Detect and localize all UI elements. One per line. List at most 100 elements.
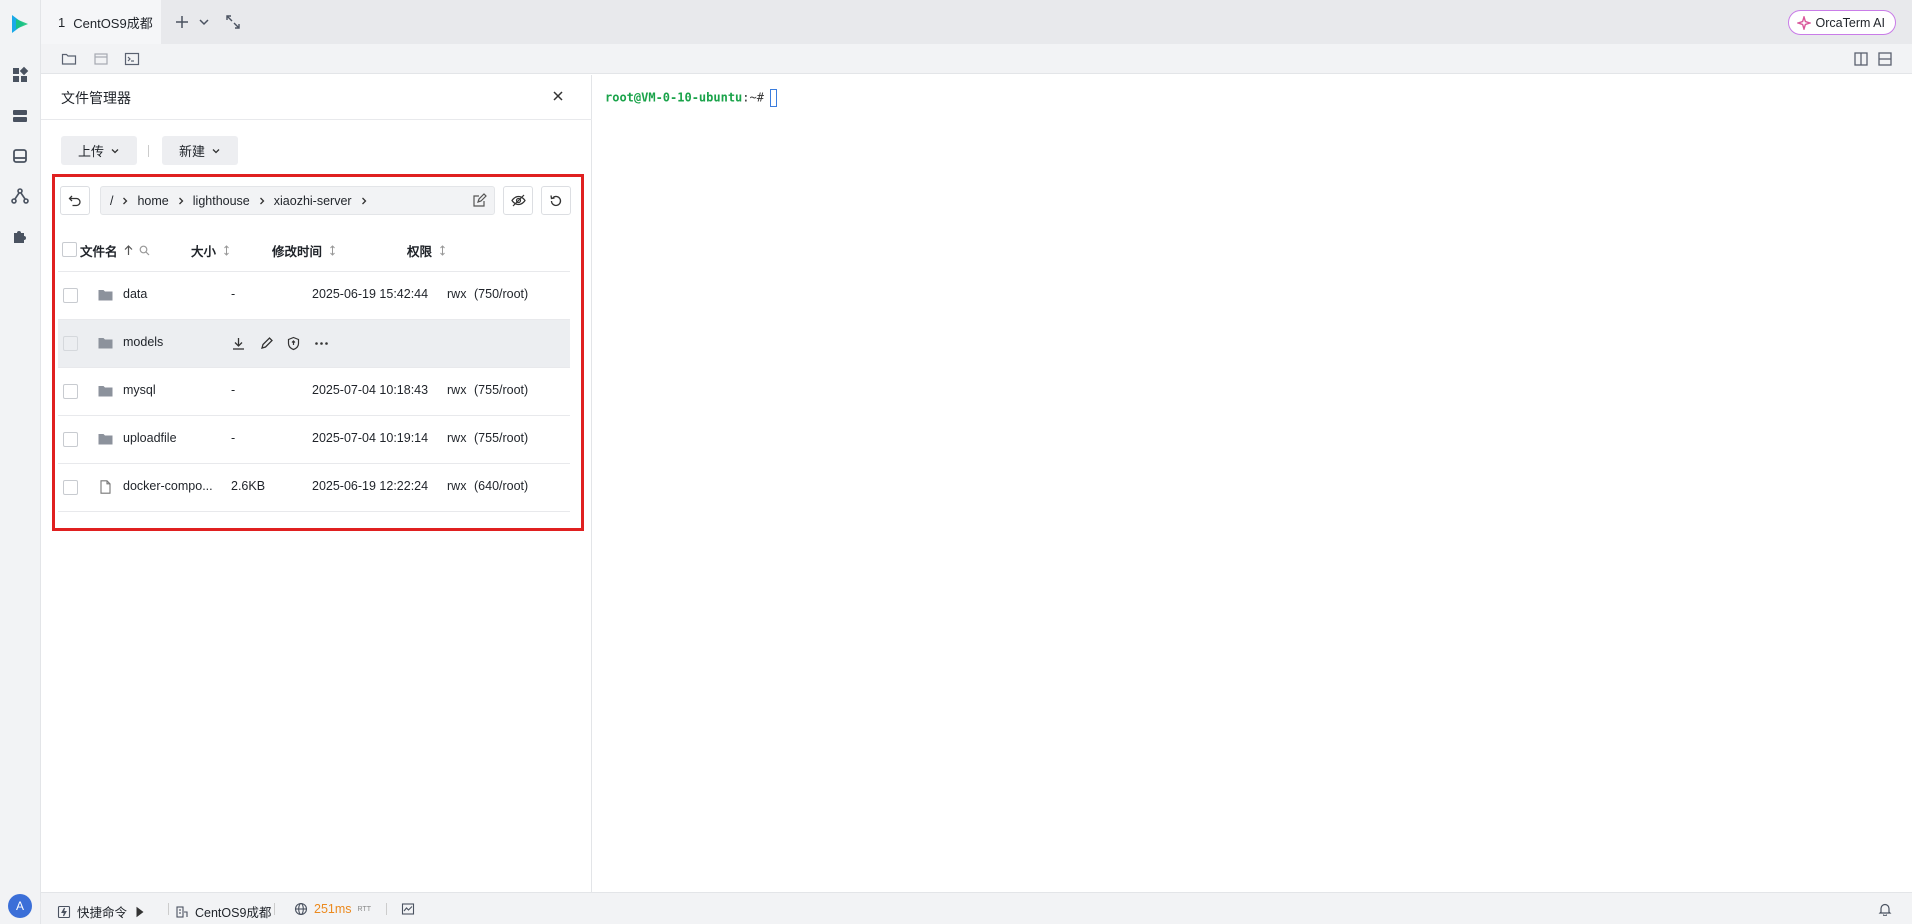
column-name[interactable]: 文件名	[80, 241, 150, 260]
arrow-up-icon	[124, 245, 132, 255]
folder-icon	[98, 434, 113, 445]
more-icon[interactable]	[314, 336, 329, 351]
file-owner: (755/root)	[474, 431, 529, 445]
column-modified-label: 修改时间	[272, 245, 323, 259]
file-name[interactable]: uploadfile	[123, 431, 177, 445]
divider	[168, 903, 169, 915]
split-horizontal-icon[interactable]	[1877, 51, 1893, 67]
back-button[interactable]	[60, 186, 90, 215]
monitor-button[interactable]	[401, 902, 415, 916]
terminal-prompt: root@VM-0-10-ubuntu:~#	[605, 89, 777, 107]
row-checkbox[interactable]	[63, 288, 78, 303]
quick-command-button[interactable]: 快捷命令	[57, 902, 147, 921]
split-vertical-icon[interactable]	[1853, 51, 1869, 67]
storage-icon[interactable]	[11, 147, 29, 165]
table-row[interactable]: docker-compo... 2.6KB 2025-06-19 12:22:2…	[58, 464, 570, 512]
panel-title: 文件管理器	[61, 90, 131, 106]
file-manager-panel: 文件管理器 上传 新建 / home lighthouse xiaozhi-se…	[41, 75, 592, 892]
folder-icon	[98, 386, 113, 397]
toolbar	[41, 44, 1912, 74]
add-tab-icon[interactable]	[174, 14, 190, 30]
plugin-icon[interactable]	[11, 226, 29, 244]
chevron-right-icon	[361, 197, 366, 204]
breadcrumb-xiaozhi-server[interactable]: xiaozhi-server	[274, 194, 352, 208]
server-status-icon	[176, 905, 188, 918]
avatar[interactable]: A	[8, 894, 32, 918]
file-name[interactable]: mysql	[123, 383, 156, 397]
file-size: -	[231, 287, 236, 301]
divider	[386, 903, 387, 915]
row-checkbox[interactable]	[63, 432, 78, 447]
undo-icon	[68, 195, 81, 206]
file-transfer-icon[interactable]	[93, 51, 109, 67]
breadcrumb-home[interactable]: home	[137, 194, 168, 208]
expand-icon[interactable]	[225, 14, 241, 30]
search-icon[interactable]	[139, 245, 150, 256]
toggle-hidden-button[interactable]	[503, 186, 533, 215]
chevron-down-icon	[212, 148, 220, 153]
folder-sftp-icon[interactable]	[61, 51, 77, 67]
terminal-cursor	[769, 89, 777, 107]
file-perm: rwx	[447, 479, 467, 493]
select-all-checkbox[interactable]	[62, 242, 77, 257]
file-name[interactable]: docker-compo...	[123, 479, 213, 493]
close-icon[interactable]	[551, 89, 565, 103]
column-modified[interactable]: 修改时间	[272, 241, 338, 260]
file-perm: rwx	[447, 287, 467, 301]
dashboard-icon[interactable]	[11, 66, 29, 84]
column-size[interactable]: 大小	[191, 241, 232, 260]
orcaterm-ai-button[interactable]: OrcaTerm AI	[1787, 10, 1896, 35]
table-row[interactable]: models	[58, 320, 570, 368]
column-perm[interactable]: 权限	[407, 241, 448, 260]
breadcrumb: / home lighthouse xiaozhi-server	[100, 186, 495, 215]
permission-shield-icon[interactable]	[286, 336, 301, 351]
breadcrumb-root[interactable]: /	[110, 194, 113, 208]
tab-session[interactable]: 1 CentOS9成都	[41, 0, 161, 44]
file-size: -	[231, 431, 236, 445]
app-logo-icon[interactable]	[10, 13, 30, 35]
tab-bar: 1 CentOS9成都 OrcaTerm AI	[41, 0, 1912, 44]
monitor-chart-icon	[401, 903, 415, 915]
file-name[interactable]: models	[123, 335, 163, 349]
chevron-right-icon	[259, 197, 265, 204]
new-label: 新建	[178, 144, 205, 159]
sort-icon	[330, 245, 335, 256]
refresh-button[interactable]	[541, 186, 571, 215]
file-owner: (755/root)	[474, 383, 529, 397]
upload-button[interactable]: 上传	[61, 136, 137, 165]
sort-icon	[224, 245, 229, 256]
prompt-suffix: :~#	[742, 90, 764, 105]
column-name-label: 文件名	[80, 245, 118, 259]
row-checkbox[interactable]	[63, 336, 78, 351]
column-size-label: 大小	[191, 245, 217, 259]
table-row[interactable]: data - 2025-06-19 15:42:44 rwx (750/root…	[58, 272, 570, 320]
network-icon[interactable]	[11, 187, 29, 205]
edit-path-icon[interactable]	[472, 193, 487, 208]
row-checkbox[interactable]	[63, 480, 78, 495]
chevron-right-icon	[178, 197, 184, 204]
folder-icon	[98, 290, 113, 301]
terminal-icon[interactable]	[124, 51, 140, 67]
file-icon	[100, 480, 111, 494]
chevron-down-icon[interactable]	[196, 14, 212, 30]
chevron-down-icon	[111, 148, 119, 153]
edit-icon[interactable]	[259, 336, 274, 351]
file-perm: rwx	[447, 383, 467, 397]
eye-off-icon	[510, 194, 526, 207]
new-button[interactable]: 新建	[162, 136, 238, 165]
file-name[interactable]: data	[123, 287, 147, 301]
table-row[interactable]: uploadfile - 2025-07-04 10:19:14 rwx (75…	[58, 416, 570, 464]
status-bar: 快捷命令 CentOS9成都 251ms RTT	[41, 892, 1912, 924]
left-rail: A	[0, 0, 41, 924]
notification-button[interactable]	[1878, 902, 1892, 916]
caret-right-icon	[136, 906, 144, 917]
download-icon[interactable]	[231, 336, 246, 351]
table-row[interactable]: mysql - 2025-07-04 10:18:43 rwx (755/roo…	[58, 368, 570, 416]
breadcrumb-lighthouse[interactable]: lighthouse	[193, 194, 250, 208]
row-checkbox[interactable]	[63, 384, 78, 399]
server-indicator[interactable]: CentOS9成都	[175, 902, 271, 921]
refresh-icon	[550, 194, 562, 206]
terminal-pane[interactable]: root@VM-0-10-ubuntu:~#	[593, 75, 1912, 892]
latency-indicator: 251ms RTT	[294, 902, 371, 916]
server-icon[interactable]	[11, 107, 29, 125]
